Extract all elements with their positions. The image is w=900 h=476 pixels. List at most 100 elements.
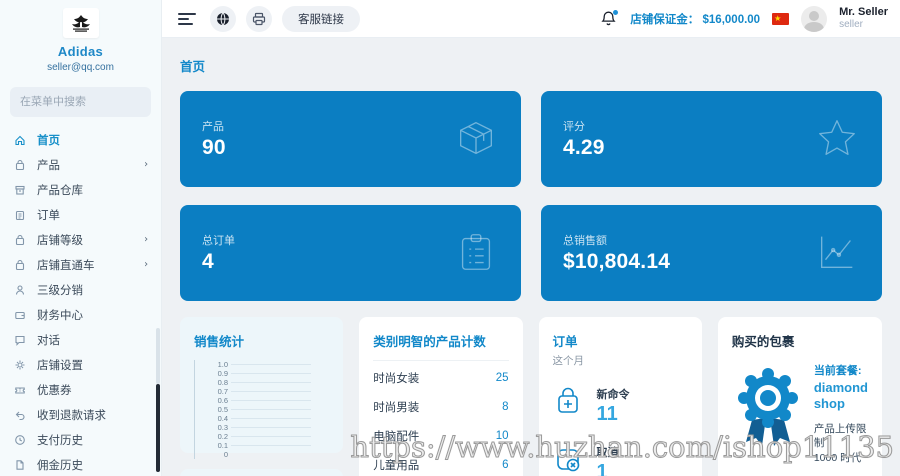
category-row[interactable]: 时尚女装 25 <box>373 363 508 392</box>
chart-tick-row: 0.4 <box>213 414 312 423</box>
globe-icon <box>217 12 229 25</box>
sidebar-item-label: 店铺设置 <box>37 359 83 372</box>
sidebar-item-2[interactable]: 产品仓库 <box>0 177 161 202</box>
chat-icon <box>15 335 25 346</box>
ticket-icon <box>14 383 27 396</box>
category-rows: 时尚女装25时尚男装8电脑配件10儿童用品6体育和户外18 <box>373 363 508 476</box>
history-icon <box>14 433 27 446</box>
panel-title: 购买的包裹 <box>731 335 795 349</box>
deposit-label: 店铺保证金： <box>630 13 700 26</box>
order-stat-value: 11 <box>596 403 618 425</box>
sidebar-item-5[interactable]: 店铺直通车 › <box>0 252 161 277</box>
user-icon <box>14 283 27 296</box>
orders-subtitle: 这个月 <box>552 355 585 367</box>
refund-icon <box>14 408 27 421</box>
sidebar-item-label: 优惠券 <box>37 384 72 397</box>
cancel-order-icon <box>553 444 583 476</box>
sidebar-item-8[interactable]: 对话 <box>0 327 161 352</box>
shop-logo[interactable] <box>62 8 99 38</box>
stat-card-total-orders[interactable]: 总订单 4 <box>180 205 521 301</box>
user-role: seller <box>839 19 863 31</box>
gear-icon <box>14 358 27 371</box>
breadcrumb[interactable]: 首页 <box>180 56 882 75</box>
sidebar-item-label: 财务中心 <box>37 309 83 322</box>
support-link-button[interactable]: 客服链接 <box>282 5 360 32</box>
order-stat-新命令[interactable]: 新命令 11 <box>553 386 688 426</box>
sidebar-item-11[interactable]: 收到退款请求 <box>0 402 161 427</box>
chart-tick-row: 0 <box>213 450 311 459</box>
archive-icon <box>14 183 27 196</box>
sales-chart: 1.0 0.9 0.8 0.7 0.6 0.5 0.4 0.3 0.2 0.1 0 <box>194 360 329 459</box>
sidebar-item-9[interactable]: 店铺设置 <box>0 352 161 377</box>
home-icon <box>15 135 25 145</box>
gridline <box>231 409 312 410</box>
sidebar-item-10[interactable]: 优惠券 <box>0 377 161 402</box>
sidebar-item-12[interactable]: 支付历史 <box>0 427 161 452</box>
panel-title: 销售统计 <box>194 335 245 349</box>
y-tick-label: 0.6 <box>217 396 228 405</box>
notifications-button[interactable] <box>600 9 619 28</box>
y-tick-label: 0.5 <box>217 405 228 414</box>
wallet-icon <box>14 308 27 321</box>
chart-tick-row: 1.0 <box>213 360 312 369</box>
panel-title: 类别明智的产品计数 <box>373 335 486 349</box>
y-tick-label: 0.8 <box>217 378 228 387</box>
clipboard-icon <box>14 208 27 221</box>
sidebar-scrollbar-thumb[interactable] <box>156 384 160 472</box>
order-stat-value: 1 <box>596 461 608 476</box>
language-flag-china[interactable]: ★ <box>772 12 790 25</box>
panel-title: 订单 <box>552 335 578 349</box>
topbar: 客服链接 店铺保证金： $16,000.00 ★ Mr. Seller sell… <box>162 0 900 38</box>
sidebar-item-0[interactable]: 首页 <box>0 127 161 152</box>
chevron-right-icon: › <box>142 159 149 170</box>
sidebar-item-1[interactable]: 产品 › <box>0 152 161 177</box>
bag-icon <box>14 258 27 271</box>
sidebar-item-label: 产品仓库 <box>37 184 83 197</box>
panels-grid: 销售统计 1.0 0.9 0.8 0.7 0.6 0.5 0.4 0.3 0.2 0.1 0 类别明… <box>180 317 882 476</box>
chart-tick-row: 0.5 <box>213 405 312 414</box>
sidebar-item-13[interactable]: 佣金历史 <box>0 452 161 476</box>
sidebar-item-label: 首页 <box>37 134 60 147</box>
bag-icon <box>14 158 27 171</box>
deposit-value: $16,000.00 <box>702 13 761 26</box>
sidebar-item-label: 对话 <box>37 334 60 347</box>
upload-limit-value: 1000 时代 <box>813 451 862 464</box>
sidebar-item-label: 店铺等级 <box>37 234 83 247</box>
menu-toggle-icon[interactable] <box>178 12 196 25</box>
shop-deposit[interactable]: 店铺保证金： $16,000.00 <box>630 11 760 27</box>
stats-grid: 产品 90 评分 4.29 总订单 4 总销售额 $10,804.14 <box>180 91 882 301</box>
y-tick-label: 0.3 <box>217 423 228 432</box>
category-count: 25 <box>495 371 509 384</box>
sidebar: Adidas seller@qq.com 首页产品›产品仓库订单店铺等级›店铺直… <box>0 0 162 476</box>
sidebar-scrollbar-track[interactable] <box>156 328 160 384</box>
trend-chart-icon <box>814 229 860 278</box>
stat-label: 总订单 <box>202 235 235 247</box>
user-menu[interactable]: Mr. Seller seller <box>839 6 888 30</box>
category-row[interactable]: 儿童用品 6 <box>373 450 508 476</box>
order-stat-取消[interactable]: 取消 1 <box>553 444 688 476</box>
sidebar-item-6[interactable]: 三级分销 <box>0 277 161 302</box>
stat-card-products[interactable]: 产品 90 <box>180 91 521 187</box>
print-button[interactable] <box>246 5 272 32</box>
stat-value: 4 <box>202 250 214 273</box>
category-row[interactable]: 电脑配件 10 <box>373 421 508 450</box>
stat-label: 产品 <box>202 121 224 133</box>
chart-tick-row: 0.8 <box>213 378 312 387</box>
sidebar-item-7[interactable]: 财务中心 <box>0 302 161 327</box>
chat-icon <box>14 333 27 346</box>
sidebar-item-label: 收到退款请求 <box>37 409 106 422</box>
language-globe-button[interactable] <box>210 5 236 32</box>
order-stat-label: 取消 <box>596 447 619 459</box>
menu-search-input[interactable] <box>10 87 151 117</box>
sidebar-item-3[interactable]: 订单 <box>0 202 161 227</box>
avatar[interactable] <box>801 5 828 32</box>
order-stats: 新命令11取消1投送中0 <box>553 386 688 476</box>
home-icon <box>14 133 27 146</box>
adidas-trefoil-icon <box>71 15 90 32</box>
category-name: 时尚女装 <box>373 372 420 385</box>
sidebar-item-4[interactable]: 店铺等级 › <box>0 227 161 252</box>
stat-card-rating[interactable]: 评分 4.29 <box>541 91 882 187</box>
category-row[interactable]: 时尚男装 8 <box>373 392 508 421</box>
chart-tick-row: 0.7 <box>213 387 312 396</box>
stat-card-total-sales[interactable]: 总销售额 $10,804.14 <box>541 205 882 301</box>
